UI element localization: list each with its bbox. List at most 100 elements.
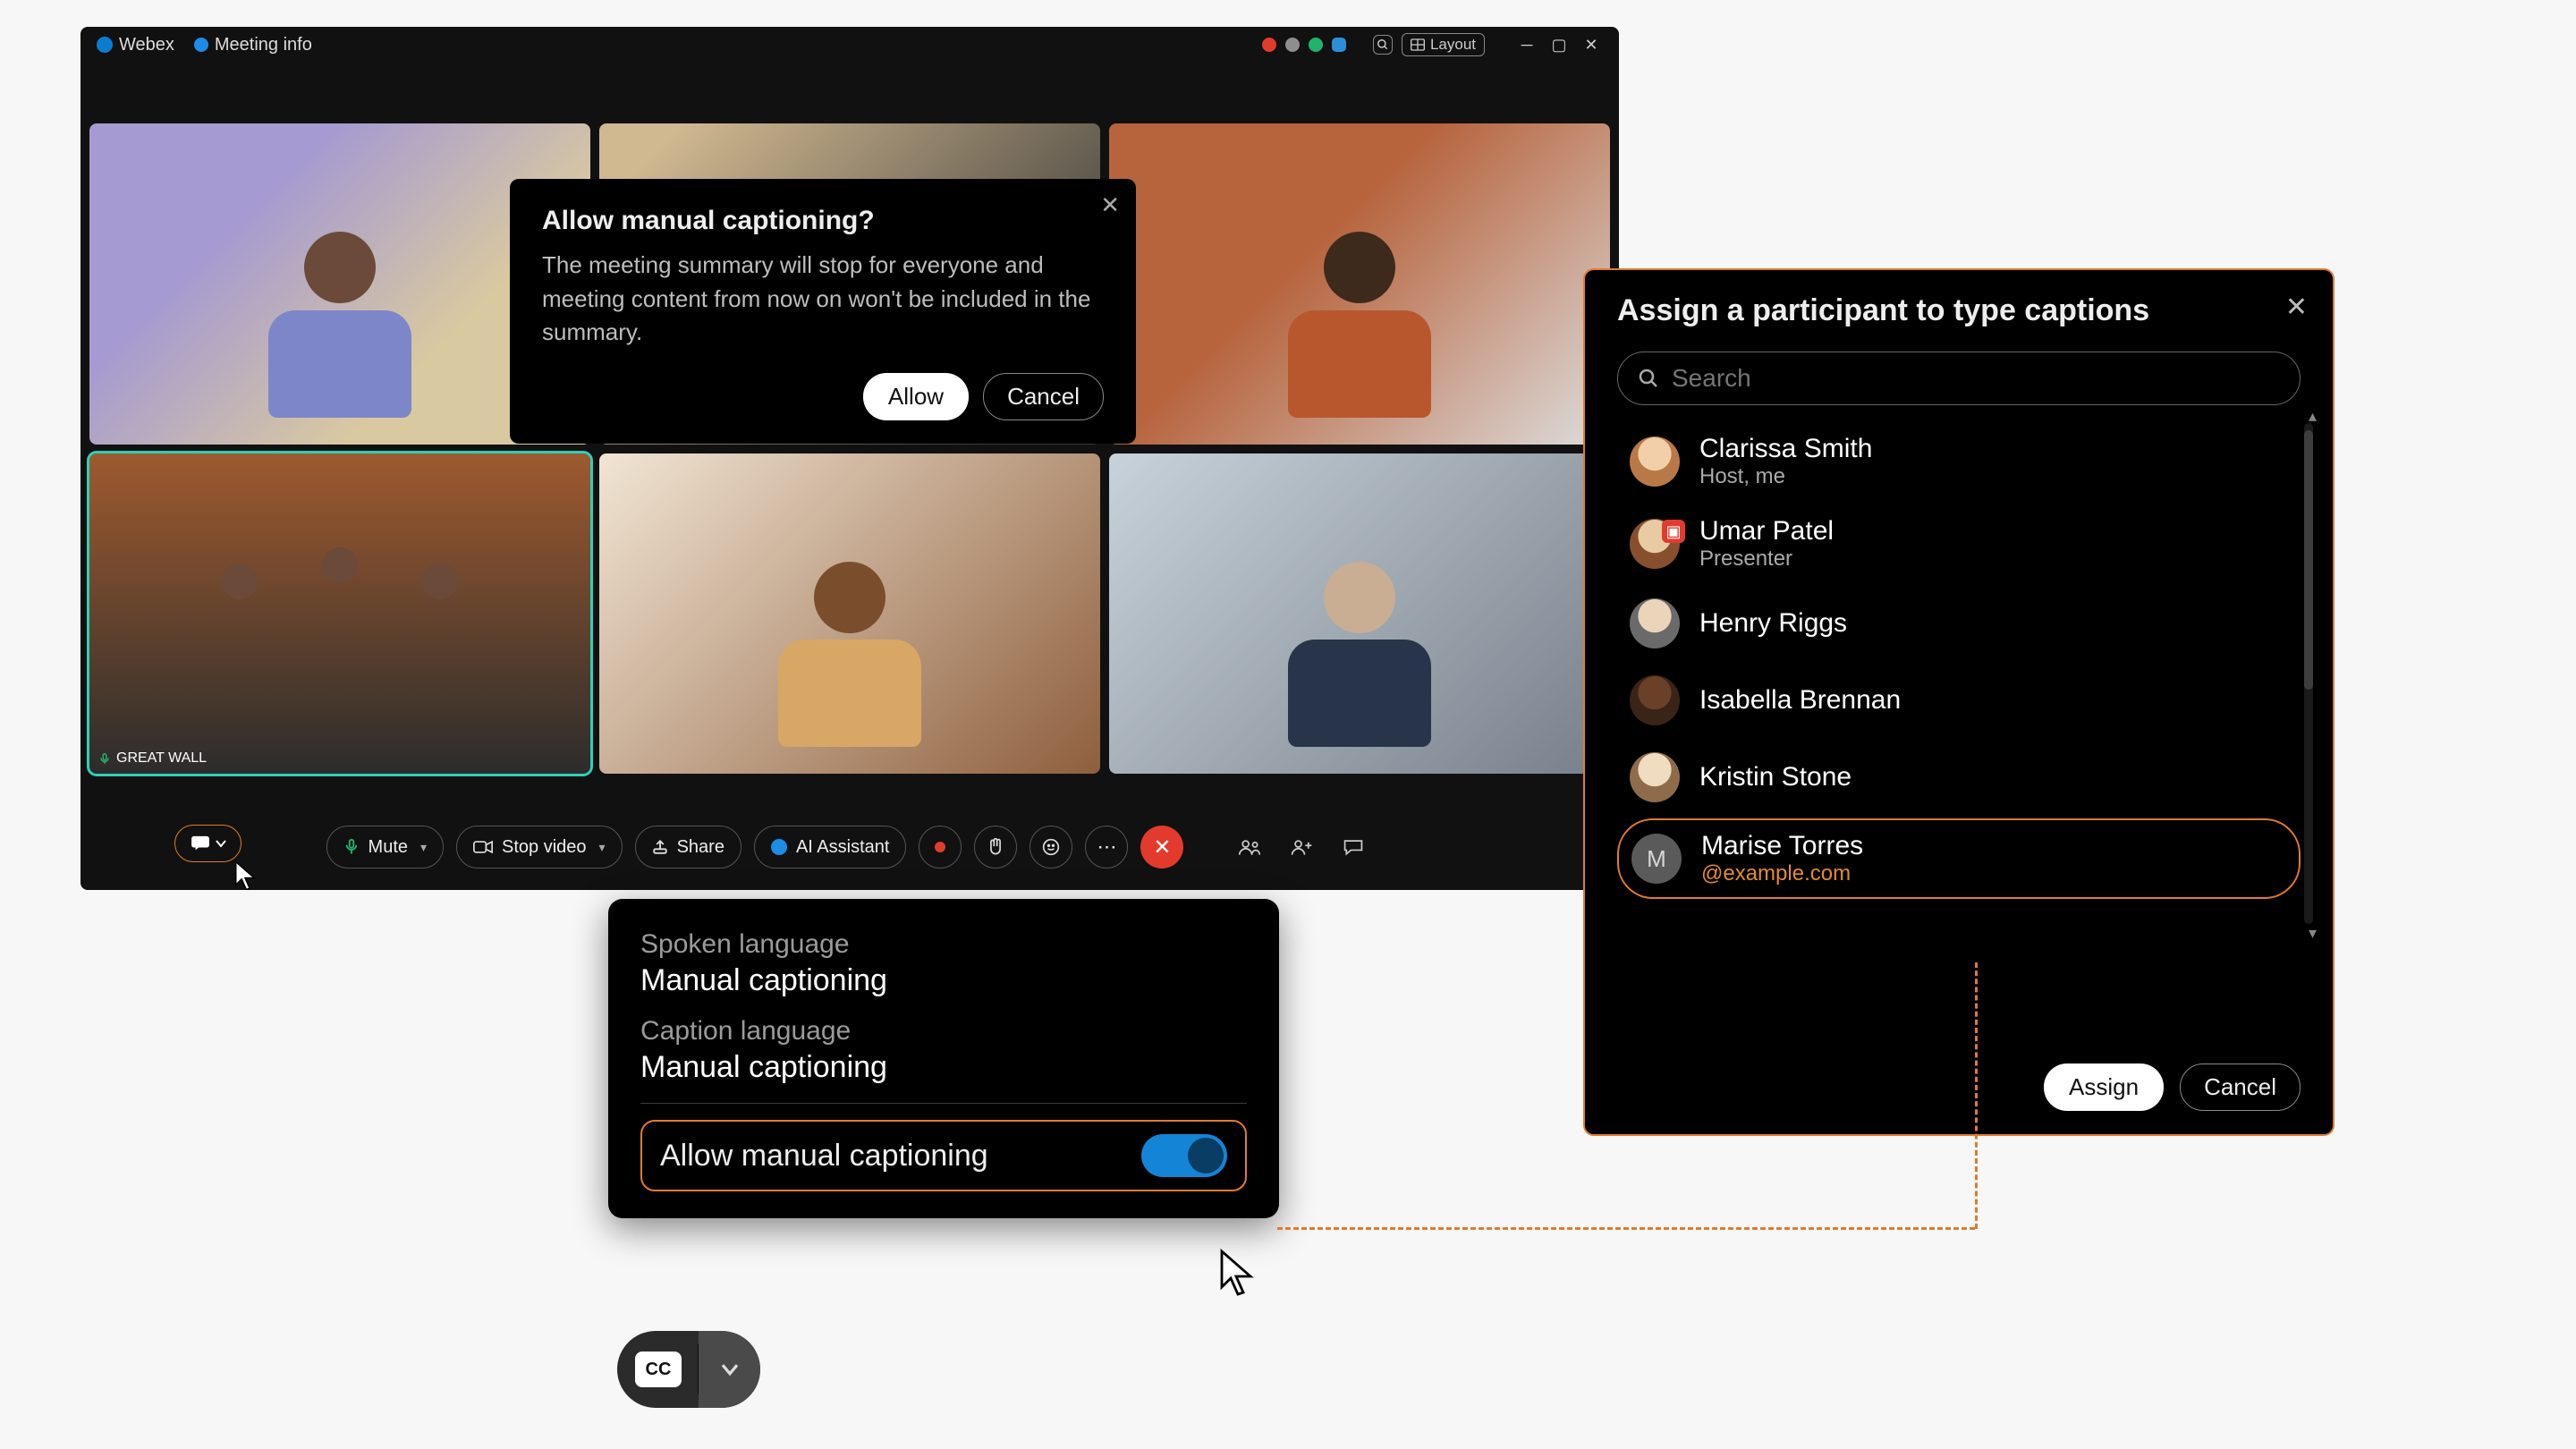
layout-button[interactable]: Layout bbox=[1402, 33, 1485, 56]
search-field[interactable] bbox=[1617, 352, 2301, 405]
presenter-badge-icon: ▣ bbox=[1662, 520, 1685, 543]
caption-settings-popover: Spoken language Manual captioning Captio… bbox=[608, 899, 1279, 1218]
participant-row-selected[interactable]: M Marise Torres @example.com bbox=[1617, 818, 2301, 899]
window-maximize-icon[interactable]: ▢ bbox=[1547, 33, 1571, 56]
avatar-letter: M bbox=[1631, 834, 1682, 884]
participant-name: Isabella Brennan bbox=[1699, 685, 1901, 716]
scrollbar-thumb[interactable] bbox=[2304, 430, 2313, 690]
dialog-body: The meeting summary will stop for everyo… bbox=[542, 249, 1104, 350]
allow-button[interactable]: Allow bbox=[863, 373, 969, 420]
cancel-button[interactable]: Cancel bbox=[983, 373, 1104, 420]
avatar bbox=[1630, 436, 1680, 487]
share-label: Share bbox=[677, 837, 724, 858]
add-participant-button[interactable] bbox=[1282, 827, 1321, 867]
participant-name: Kristin Stone bbox=[1699, 762, 1852, 792]
ai-assistant-label: AI Assistant bbox=[796, 837, 890, 858]
chat-button[interactable] bbox=[1334, 827, 1373, 867]
chevron-down-icon[interactable]: ▾ bbox=[599, 840, 606, 855]
participant-row[interactable]: Clarissa Smith Host, me bbox=[1617, 423, 2301, 500]
tile-label: GREAT WALL bbox=[98, 750, 207, 767]
hand-icon bbox=[987, 837, 1004, 857]
layout-label: Layout bbox=[1430, 36, 1476, 54]
smile-icon bbox=[1042, 838, 1060, 856]
mic-on-icon bbox=[98, 752, 111, 765]
allow-manual-captioning-toggle-row[interactable]: Allow manual captioning bbox=[640, 1120, 1247, 1191]
annotation-connector bbox=[1277, 1227, 1975, 1230]
window-close-icon[interactable]: ✕ bbox=[1580, 33, 1603, 56]
participant-sub: @example.com bbox=[1701, 861, 1863, 886]
avatar bbox=[1630, 752, 1680, 802]
video-tile[interactable] bbox=[1109, 453, 1610, 775]
dialog-close-button[interactable]: ✕ bbox=[1100, 191, 1120, 219]
ai-icon bbox=[771, 839, 787, 855]
video-tile[interactable] bbox=[1109, 123, 1610, 445]
ellipsis-icon: ⋯ bbox=[1097, 835, 1116, 859]
participant-sub: Host, me bbox=[1699, 464, 1872, 489]
participant-row[interactable]: Henry Riggs bbox=[1617, 588, 2301, 659]
annotation-connector bbox=[1975, 962, 1978, 1229]
chevron-down-icon bbox=[720, 1362, 740, 1377]
reactions-button[interactable] bbox=[1030, 826, 1072, 869]
participant-row[interactable]: Isabella Brennan bbox=[1617, 665, 2301, 736]
raise-hand-button[interactable] bbox=[974, 826, 1017, 869]
stop-video-button[interactable]: Stop video ▾ bbox=[456, 826, 623, 869]
share-icon bbox=[652, 839, 668, 855]
toggle-label: Allow manual captioning bbox=[660, 1139, 988, 1174]
cancel-button[interactable]: Cancel bbox=[2180, 1063, 2301, 1111]
person-plus-icon bbox=[1290, 837, 1313, 857]
status-grey-icon bbox=[1285, 38, 1300, 52]
people-icon bbox=[1238, 837, 1261, 857]
panel-close-button[interactable]: ✕ bbox=[2285, 292, 2308, 323]
record-button[interactable] bbox=[919, 826, 962, 869]
status-app-icon bbox=[1332, 38, 1346, 52]
assign-button[interactable]: Assign bbox=[2044, 1063, 2164, 1111]
share-button[interactable]: Share bbox=[635, 826, 741, 869]
mute-button[interactable]: Mute ▾ bbox=[326, 826, 445, 869]
spoken-language-value[interactable]: Manual captioning bbox=[640, 963, 1247, 998]
toggle-knob-icon bbox=[1188, 1138, 1224, 1174]
search-input[interactable] bbox=[1672, 364, 2280, 393]
panel-title: Assign a participant to type captions bbox=[1617, 293, 2301, 328]
assign-captioner-panel: Assign a participant to type captions ✕ … bbox=[1583, 268, 2334, 1136]
participant-name: Umar Patel bbox=[1699, 516, 1834, 547]
control-bar: Mute ▾ Stop video ▾ Share AI Assistant bbox=[80, 820, 1619, 874]
window-minimize-icon[interactable]: ─ bbox=[1515, 33, 1538, 56]
spoken-language-label: Spoken language bbox=[640, 929, 1247, 960]
participant-list: ▴ Clarissa Smith Host, me ▣ Umar Patel P… bbox=[1617, 423, 2301, 899]
cursor-icon bbox=[1216, 1248, 1256, 1298]
close-icon: ✕ bbox=[1153, 835, 1171, 860]
participant-name: Henry Riggs bbox=[1699, 608, 1847, 639]
end-call-button[interactable]: ✕ bbox=[1140, 826, 1183, 869]
search-icon[interactable] bbox=[1373, 35, 1393, 55]
record-icon bbox=[935, 842, 945, 852]
avatar bbox=[1630, 675, 1680, 725]
cc-chevron-button[interactable] bbox=[699, 1331, 760, 1408]
stop-video-label: Stop video bbox=[502, 837, 587, 858]
mute-label: Mute bbox=[369, 837, 408, 858]
participant-name: Clarissa Smith bbox=[1699, 434, 1872, 464]
participants-button[interactable] bbox=[1230, 827, 1269, 867]
meeting-info-label: Meeting info bbox=[215, 35, 312, 55]
participant-row[interactable]: Kristin Stone bbox=[1617, 741, 2301, 813]
caption-language-value[interactable]: Manual captioning bbox=[640, 1050, 1247, 1085]
app-name: Webex bbox=[119, 35, 174, 55]
app-brand: Webex bbox=[97, 35, 174, 55]
meeting-info-link[interactable]: Meeting info bbox=[194, 35, 312, 55]
webex-logo-icon bbox=[97, 37, 113, 53]
participant-sub: Presenter bbox=[1699, 547, 1834, 572]
cc-toggle-capsule[interactable]: CC bbox=[617, 1331, 760, 1408]
video-tile[interactable] bbox=[599, 453, 1100, 775]
status-recording-icon bbox=[1262, 38, 1276, 52]
divider bbox=[640, 1103, 1247, 1104]
webex-window: Webex Meeting info Layout bbox=[80, 27, 1619, 890]
caption-language-label: Caption language bbox=[640, 1016, 1247, 1046]
cc-badge[interactable]: CC bbox=[635, 1352, 682, 1387]
chevron-down-icon[interactable]: ▾ bbox=[420, 840, 427, 855]
camera-icon bbox=[473, 840, 493, 854]
ai-assistant-button[interactable]: AI Assistant bbox=[754, 826, 907, 869]
video-tile-active[interactable]: GREAT WALL bbox=[89, 453, 590, 775]
status-green-icon bbox=[1309, 38, 1323, 52]
more-button[interactable]: ⋯ bbox=[1085, 826, 1128, 869]
participant-row[interactable]: ▣ Umar Patel Presenter bbox=[1617, 505, 2301, 582]
toggle-switch[interactable] bbox=[1141, 1134, 1227, 1177]
